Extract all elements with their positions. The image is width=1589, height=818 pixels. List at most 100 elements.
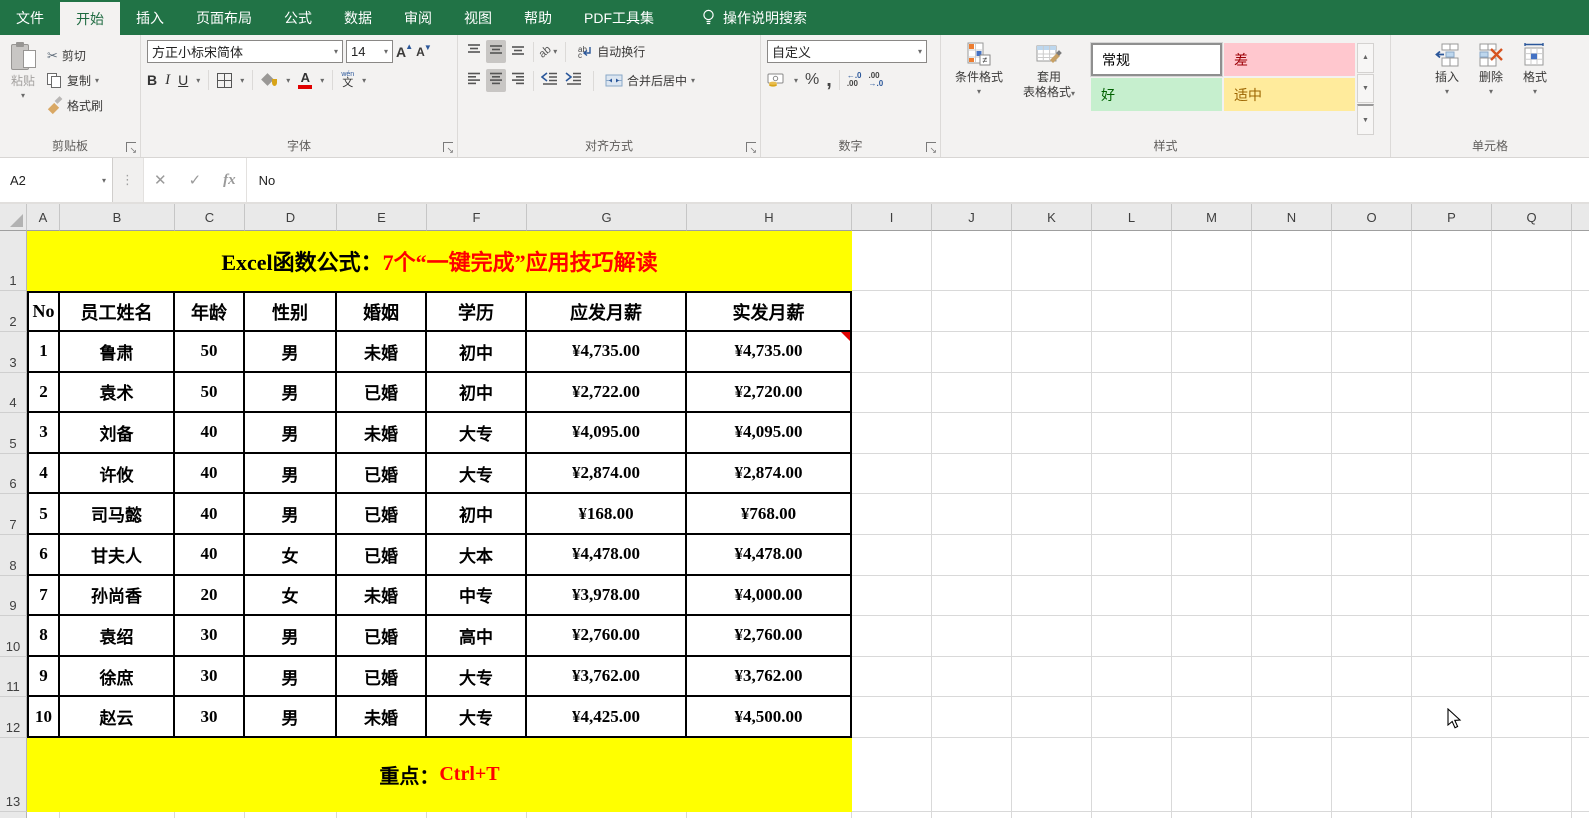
insert-function-icon[interactable]: fx — [223, 172, 236, 189]
number-format-combo[interactable]: 自定义 ▾ — [767, 40, 927, 63]
cell-empty[interactable] — [852, 534, 932, 576]
column-header-M[interactable]: M — [1172, 204, 1252, 231]
cell-empty[interactable] — [1332, 656, 1412, 698]
merge-center-button[interactable]: 合并后居中 ▾ — [602, 69, 698, 92]
font-color-button[interactable]: A — [298, 71, 313, 89]
cell-empty[interactable] — [1572, 616, 1589, 657]
confirm-entry-icon[interactable]: ✓ — [189, 171, 202, 189]
cell-empty[interactable] — [1492, 737, 1572, 812]
row-header-4[interactable]: 4 — [0, 372, 27, 414]
table-data-cell[interactable]: 赵云 — [60, 697, 175, 738]
table-data-cell[interactable]: 未婚 — [337, 697, 427, 738]
cell-empty[interactable] — [1492, 413, 1572, 454]
table-data-cell[interactable]: 50 — [175, 372, 245, 414]
phonetic-caret[interactable]: ▾ — [362, 76, 366, 85]
cell-empty[interactable] — [932, 231, 1012, 291]
table-data-cell[interactable]: 袁术 — [60, 372, 175, 414]
table-header-cell[interactable]: 员工姓名 — [60, 291, 175, 332]
table-data-cell[interactable]: 大专 — [427, 413, 527, 454]
cell-empty[interactable] — [1012, 811, 1092, 818]
column-header-N[interactable]: N — [1252, 204, 1332, 231]
cell-empty[interactable] — [1252, 697, 1332, 738]
cell-empty[interactable] — [1492, 656, 1572, 698]
cell-empty[interactable] — [852, 616, 932, 657]
table-data-cell[interactable]: ¥4,000.00 — [687, 575, 852, 617]
column-header-A[interactable]: A — [27, 204, 60, 231]
cell-empty[interactable] — [932, 656, 1012, 698]
increase-indent-icon[interactable] — [563, 69, 585, 92]
cell-empty[interactable] — [1092, 291, 1172, 332]
table-data-cell[interactable]: 7 — [27, 575, 60, 617]
table-data-cell[interactable]: 40 — [175, 413, 245, 454]
cell-empty[interactable] — [932, 811, 1012, 818]
tab-data[interactable]: 数据 — [328, 0, 388, 35]
column-header-O[interactable]: O — [1332, 204, 1412, 231]
delete-cells-button[interactable]: 删除 ▾ — [1474, 40, 1508, 135]
fill-color-button[interactable] — [261, 72, 278, 88]
align-top-icon[interactable] — [464, 40, 484, 63]
table-data-cell[interactable]: 大专 — [427, 453, 527, 495]
font-size-combo[interactable]: 14 ▾ — [346, 40, 393, 63]
cell-empty[interactable] — [1252, 494, 1332, 535]
table-data-cell[interactable]: 未婚 — [337, 413, 427, 454]
table-header-cell[interactable]: 婚姻 — [337, 291, 427, 332]
cell-empty[interactable] — [1252, 291, 1332, 332]
cell-empty[interactable] — [932, 575, 1012, 617]
table-data-cell[interactable]: 刘备 — [60, 413, 175, 454]
tab-help[interactable]: 帮助 — [508, 0, 568, 35]
align-center-icon[interactable] — [486, 69, 506, 92]
table-data-cell[interactable]: ¥2,874.00 — [687, 453, 852, 495]
orientation-caret[interactable]: ▾ — [553, 47, 557, 56]
clipboard-dialog-launcher[interactable] — [126, 142, 137, 156]
cell-empty[interactable] — [1012, 616, 1092, 657]
table-data-cell[interactable]: 3 — [27, 413, 60, 454]
table-data-cell[interactable]: 2 — [27, 372, 60, 414]
cell-empty[interactable] — [1172, 737, 1252, 812]
table-data-cell[interactable]: 初中 — [427, 372, 527, 414]
row-header-partial[interactable] — [0, 811, 27, 818]
cell-empty[interactable] — [852, 737, 932, 812]
borders-button[interactable] — [217, 72, 233, 88]
table-data-cell[interactable]: 男 — [245, 697, 337, 738]
table-data-cell[interactable]: 已婚 — [337, 453, 427, 495]
column-header-P[interactable]: P — [1412, 204, 1492, 231]
row-header-5[interactable]: 5 — [0, 413, 27, 454]
table-data-cell[interactable]: ¥3,762.00 — [527, 656, 687, 698]
table-data-cell[interactable]: ¥768.00 — [687, 494, 852, 535]
table-data-cell[interactable]: 大本 — [427, 534, 527, 576]
style-bad[interactable]: 差 — [1224, 43, 1355, 76]
cell-empty[interactable] — [932, 332, 1012, 373]
cell-empty[interactable] — [1252, 656, 1332, 698]
cell-empty[interactable] — [1412, 494, 1492, 535]
cell-empty[interactable] — [1012, 332, 1092, 373]
cell-empty[interactable] — [852, 372, 932, 414]
column-header-F[interactable]: F — [427, 204, 527, 231]
align-bottom-icon[interactable] — [508, 40, 528, 63]
cell-empty[interactable] — [1092, 231, 1172, 291]
cell-empty[interactable] — [932, 413, 1012, 454]
cell-empty[interactable] — [1572, 494, 1589, 535]
row-header-1[interactable]: 1 — [0, 231, 27, 291]
table-data-cell[interactable]: 男 — [245, 413, 337, 454]
cell-empty[interactable] — [1492, 811, 1572, 818]
table-data-cell[interactable]: 袁绍 — [60, 616, 175, 657]
cell-empty[interactable] — [852, 291, 932, 332]
table-data-cell[interactable]: ¥2,874.00 — [527, 453, 687, 495]
cell-empty[interactable] — [1012, 534, 1092, 576]
table-data-cell[interactable]: 男 — [245, 332, 337, 373]
gallery-scroll-down[interactable]: ▼ — [1357, 73, 1374, 104]
cell-empty[interactable] — [1492, 494, 1572, 535]
cell-empty[interactable] — [1012, 575, 1092, 617]
cell-empty[interactable] — [1252, 737, 1332, 812]
table-data-cell[interactable]: 女 — [245, 534, 337, 576]
increase-font-size-button[interactable]: A ▲ — [396, 42, 413, 60]
cell-empty[interactable] — [687, 811, 852, 818]
table-data-cell[interactable]: 孙尚香 — [60, 575, 175, 617]
cell-empty[interactable] — [1252, 616, 1332, 657]
table-data-cell[interactable]: 许攸 — [60, 453, 175, 495]
cell-empty[interactable] — [1012, 413, 1092, 454]
cell-empty[interactable] — [1412, 372, 1492, 414]
cell-empty[interactable] — [1332, 231, 1412, 291]
cell-empty[interactable] — [1252, 332, 1332, 373]
row-header-10[interactable]: 10 — [0, 616, 27, 657]
